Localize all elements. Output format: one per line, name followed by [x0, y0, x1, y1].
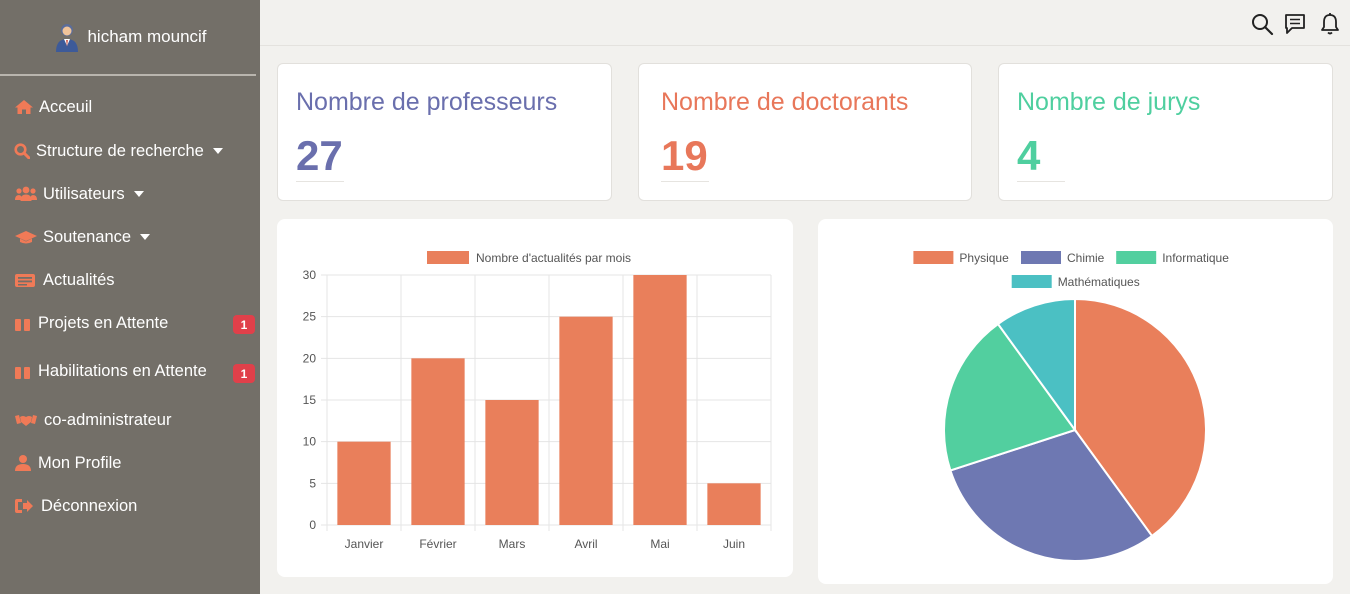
y-tick-label: 20 — [303, 351, 317, 365]
legend-label: Physique — [959, 251, 1009, 265]
stat-underline — [296, 181, 344, 182]
top-bar — [260, 0, 1350, 46]
stat-card-doctorants: Nombre de doctorants 19 — [638, 63, 972, 201]
bell-icon[interactable] — [1318, 12, 1342, 36]
sidebar-item-projets[interactable]: Projets en Attente — [14, 309, 168, 337]
sidebar-item-label: co-administrateur — [44, 410, 172, 429]
y-tick-label: 10 — [303, 435, 317, 449]
pie-chart: Physique Chimie Informatique Mathématiques — [913, 251, 1229, 562]
bar — [411, 358, 465, 525]
bar — [337, 441, 391, 525]
stat-underline — [661, 181, 709, 182]
legend-swatch — [1116, 251, 1157, 264]
chevron-down-icon — [212, 148, 223, 154]
legend-swatch — [913, 251, 954, 264]
chevron-down-icon — [140, 234, 151, 240]
sidebar-item-label: Utilisateurs — [43, 184, 125, 203]
y-tick-label: 30 — [303, 268, 317, 282]
chevron-down-icon — [133, 191, 144, 197]
user-name: hicham mouncif — [87, 27, 207, 46]
sign-out-icon — [14, 497, 38, 515]
bar — [559, 316, 613, 525]
bar — [485, 400, 539, 525]
bar — [633, 275, 687, 525]
sidebar-item-structure[interactable]: Structure de recherche — [14, 137, 223, 165]
x-tick-label: Juin — [723, 537, 745, 551]
bar-chart-panel: 0 5 10 15 20 25 30 Janvier Février Mars Avril Mai Ju… — [277, 219, 793, 577]
stat-label: Nombre de professeurs — [296, 88, 558, 116]
stat-label: Nombre de jurys — [1017, 88, 1201, 116]
legend-label: Mathématiques — [1058, 275, 1140, 289]
user-icon — [14, 454, 35, 472]
sidebar-item-co-administrateur[interactable]: co-administrateur — [14, 406, 171, 434]
sidebar-item-utilisateurs[interactable]: Utilisateurs — [14, 180, 144, 208]
search-icon[interactable] — [1250, 12, 1274, 36]
notification-badge: 1 — [233, 364, 255, 383]
sidebar-item-label: Soutenance — [43, 227, 132, 246]
graduation-cap-icon — [14, 228, 40, 246]
legend-label: Nombre d'actualités par mois — [476, 251, 631, 265]
legend-label: Chimie — [1067, 251, 1105, 265]
x-tick-label: Février — [419, 537, 456, 551]
sidebar-item-label: Projets en Attente — [38, 313, 169, 332]
legend-swatch — [1011, 275, 1052, 288]
x-tick-label: Mars — [499, 537, 526, 551]
stat-value: 27 — [296, 132, 343, 179]
user-header[interactable]: hicham mouncif — [0, 0, 260, 74]
sidebar-item-actualites[interactable]: Actualités — [14, 266, 115, 294]
message-icon[interactable] — [1283, 12, 1307, 36]
pause-icon — [14, 362, 35, 380]
pause-icon — [14, 314, 35, 332]
x-tick-label: Janvier — [345, 537, 384, 551]
sidebar-item-label: Structure de recherche — [36, 141, 204, 160]
search-icon — [14, 142, 33, 160]
newspaper-icon — [14, 271, 40, 289]
sidebar-item-label: Habilitations en Attente — [38, 361, 207, 380]
y-tick-label: 5 — [309, 476, 316, 490]
sidebar-item-label: Mon Profile — [38, 453, 122, 472]
stat-card-jurys: Nombre de jurys 4 — [998, 63, 1333, 201]
stat-label: Nombre de doctorants — [661, 88, 909, 116]
bar — [707, 483, 761, 525]
sidebar-item-acceuil[interactable]: Acceuil — [14, 93, 92, 121]
legend-swatch — [1021, 251, 1061, 264]
pie-chart-panel: Physique Chimie Informatique Mathématiques — [818, 219, 1333, 584]
notification-badge: 1 — [233, 315, 255, 334]
x-tick-label: Mai — [650, 537, 669, 551]
legend-label: Informatique — [1162, 251, 1229, 265]
users-icon — [14, 185, 40, 203]
y-tick-label: 15 — [303, 393, 317, 407]
sidebar-item-label: Déconnexion — [41, 496, 138, 515]
legend-swatch — [427, 251, 469, 264]
handshake-icon — [14, 411, 41, 429]
sidebar-item-soutenance[interactable]: Soutenance — [14, 223, 151, 251]
stat-value: 19 — [661, 132, 708, 179]
stat-value: 4 — [1017, 132, 1041, 179]
y-tick-label: 0 — [309, 518, 316, 532]
sidebar-item-label: Actualités — [43, 270, 115, 289]
sidebar: hicham mouncif Acceuil Structure de rech… — [0, 0, 260, 594]
sidebar-item-label: Acceuil — [39, 97, 93, 116]
sidebar-divider — [0, 74, 256, 76]
stat-underline — [1017, 181, 1065, 182]
home-icon — [14, 98, 36, 116]
sidebar-item-deconnexion[interactable]: Déconnexion — [14, 492, 137, 520]
bar-chart: 0 5 10 15 20 25 30 Janvier Février Mars Avril Mai Ju… — [303, 251, 772, 551]
sidebar-item-profile[interactable]: Mon Profile — [14, 449, 121, 477]
y-tick-label: 25 — [303, 310, 317, 324]
x-tick-label: Avril — [574, 537, 597, 551]
stat-card-professeurs: Nombre de professeurs 27 — [277, 63, 612, 201]
sidebar-item-habilitations[interactable]: Habilitations en Attente — [14, 357, 207, 385]
avatar — [53, 22, 81, 52]
